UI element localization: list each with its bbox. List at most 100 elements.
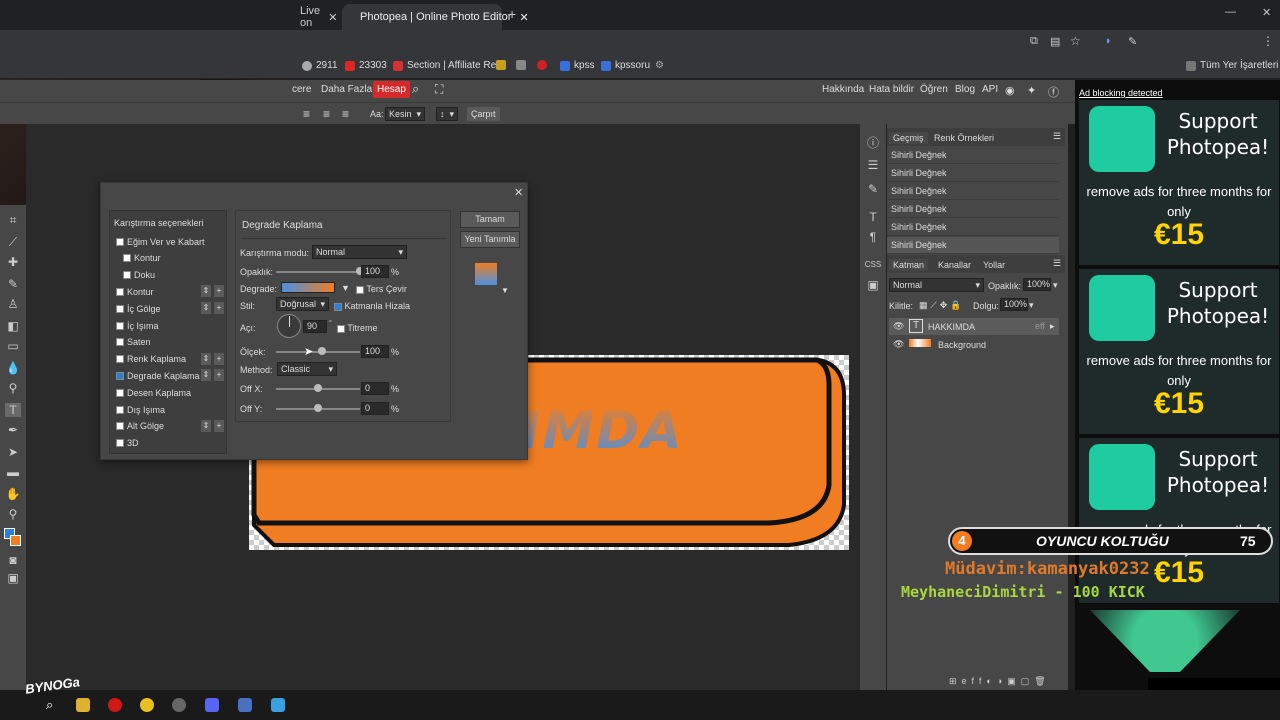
method-select[interactable]: Classic ▾ xyxy=(277,362,337,376)
style-item[interactable]: İç Gölge xyxy=(116,300,228,317)
zoom-icon[interactable]: ⚲ xyxy=(5,507,21,521)
offset-x-input[interactable]: 0 xyxy=(361,382,389,395)
opera-icon[interactable] xyxy=(108,698,122,712)
style-item[interactable]: Eğim Ver ve Kabart xyxy=(116,233,228,250)
chrome-icon[interactable] xyxy=(140,698,154,712)
checkbox[interactable] xyxy=(116,338,124,347)
checkbox[interactable] xyxy=(116,388,124,397)
brush-icon[interactable]: ✎ xyxy=(5,277,21,291)
style-item[interactable]: Kontur xyxy=(123,250,235,267)
checkbox[interactable] xyxy=(356,285,364,294)
add-effect-icon[interactable]: + xyxy=(214,419,224,432)
reddit-icon[interactable]: ◉ xyxy=(1005,84,1015,97)
select-path-icon[interactable]: ➤ xyxy=(5,445,21,459)
panel-menu-icon[interactable]: ☰ xyxy=(1053,131,1061,142)
hand-icon[interactable]: ✋ xyxy=(5,487,21,501)
angle-input[interactable]: 90 xyxy=(303,320,327,333)
warp-button[interactable]: Çarpıt xyxy=(467,107,500,121)
close-icon[interactable]: ✕ xyxy=(328,11,337,24)
effects-icon[interactable]: eff xyxy=(1035,321,1045,331)
quickmask-icon[interactable]: ◙ xyxy=(5,553,21,567)
style-item[interactable]: 3D xyxy=(116,435,228,452)
checkbox[interactable] xyxy=(116,439,124,448)
style-select[interactable]: Doğrusal ▾ xyxy=(276,297,329,311)
checkbox[interactable] xyxy=(116,422,124,431)
adjust-icon[interactable]: ☰ xyxy=(865,158,881,172)
expand-icon[interactable]: ▸ xyxy=(1050,321,1055,332)
style-item[interactable]: Desen Kaplama xyxy=(116,384,228,401)
add-effect-icon[interactable]: + xyxy=(214,369,224,382)
style-item[interactable]: Degrade Kaplama xyxy=(116,367,228,384)
bookmark-item[interactable]: kpssoru xyxy=(601,60,650,71)
layer-actions-icons[interactable]: ⊞eff◐◑▣▢🗑 xyxy=(949,676,1051,687)
checkbox[interactable] xyxy=(116,405,124,414)
history-item[interactable]: Sihirli Değnek xyxy=(887,183,1059,200)
menu-about[interactable]: Hakkında xyxy=(822,84,864,95)
history-item-current[interactable]: Sihirli Değnek xyxy=(887,237,1059,254)
bookmark-item[interactable]: Section | Affiliate Re... xyxy=(393,60,504,71)
image-icon[interactable]: ▣ xyxy=(865,278,881,292)
css-icon[interactable]: CSS xyxy=(863,258,883,272)
dither-checkbox[interactable]: Titreme xyxy=(337,323,378,333)
dodge-icon[interactable]: ⚲ xyxy=(5,381,21,395)
gradient-swatch[interactable] xyxy=(281,282,335,293)
paragraph-icon[interactable]: ¶ xyxy=(865,230,881,244)
pen-tool-icon[interactable]: ✒ xyxy=(5,423,21,437)
menu-blog[interactable]: Blog xyxy=(955,84,975,95)
eyedropper-icon[interactable]: ⟋ xyxy=(5,235,21,249)
bookmark-item[interactable]: 2911 xyxy=(302,60,338,71)
close-window-icon[interactable]: ✕ xyxy=(1262,6,1271,19)
layer-row-background[interactable]: 👁 Background xyxy=(889,336,1059,353)
checkbox[interactable] xyxy=(337,324,345,333)
text-tool-icon[interactable]: T xyxy=(5,403,21,417)
star-icon[interactable]: ☆ xyxy=(1070,34,1081,48)
lock-icons[interactable]: ▦⟋✥🔒 xyxy=(919,300,965,311)
panel-menu-icon[interactable]: ☰ xyxy=(1053,258,1061,269)
align-right-icon[interactable]: ≡ xyxy=(342,107,349,121)
fill-input[interactable]: 100% xyxy=(1000,298,1028,311)
history-item[interactable]: Sihirli Değnek xyxy=(887,165,1059,182)
discord-icon[interactable] xyxy=(205,698,219,712)
reorder-icon[interactable]: ⇕ xyxy=(201,369,211,382)
offset-y-input[interactable]: 0 xyxy=(361,402,389,415)
menu-item-account[interactable]: Hesap xyxy=(373,81,410,98)
align-center-icon[interactable]: ≡ xyxy=(323,107,330,121)
app-icon[interactable] xyxy=(271,698,285,712)
app-icon[interactable] xyxy=(172,698,186,712)
layer-row-text[interactable]: 👁 T HAKKIMDA eff ▸ xyxy=(889,318,1059,335)
blending-options-item[interactable]: Karıştırma seçenekleri xyxy=(114,218,204,228)
app-icon[interactable] xyxy=(238,698,252,712)
style-item[interactable]: Dış Işıma xyxy=(116,401,228,418)
checkbox[interactable] xyxy=(116,237,124,246)
search-icon[interactable]: ⌕ xyxy=(412,81,419,97)
add-effect-icon[interactable]: + xyxy=(214,302,224,315)
extension-icon[interactable]: ◗ xyxy=(1105,35,1112,47)
stamp-icon[interactable]: ♙ xyxy=(5,297,21,311)
style-item[interactable]: Saten xyxy=(116,334,228,351)
page-icon[interactable]: ▤ xyxy=(1050,35,1060,48)
tab-layers[interactable]: Katman xyxy=(889,259,929,271)
checkbox[interactable] xyxy=(123,271,131,280)
info-icon[interactable]: ⓘ xyxy=(865,136,881,150)
menu-learn[interactable]: Öğren xyxy=(920,84,948,95)
character-icon[interactable]: T xyxy=(865,210,881,224)
menu-report-bug[interactable]: Hata bildir xyxy=(869,84,914,95)
ad-blocking-link[interactable]: Ad blocking detected xyxy=(1079,88,1163,98)
bookmark-icon-only[interactable] xyxy=(516,60,526,70)
heal-icon[interactable]: ✚ xyxy=(5,255,21,269)
checkbox[interactable] xyxy=(116,321,124,330)
opacity-input[interactable]: 100 xyxy=(361,265,389,278)
search-icon[interactable]: ⌕ xyxy=(46,698,60,712)
angle-dial[interactable] xyxy=(277,314,301,338)
close-icon[interactable]: ✕ xyxy=(514,186,523,199)
new-tab-icon[interactable]: + xyxy=(508,6,516,22)
menu-icon[interactable]: ⋮ xyxy=(1262,34,1274,48)
bookmark-item[interactable]: kpss xyxy=(560,60,595,71)
line-height-select[interactable]: ↕ ▾ xyxy=(436,107,458,121)
brush-settings-icon[interactable]: ✎ xyxy=(865,182,881,196)
twitter-icon[interactable]: ✦ xyxy=(1027,84,1036,97)
scale-input[interactable]: 100 xyxy=(361,345,389,358)
checkbox[interactable] xyxy=(123,254,131,263)
blend-mode-select[interactable]: Normal ▾ xyxy=(312,245,407,259)
eraser-icon[interactable]: ◧ xyxy=(5,319,21,333)
